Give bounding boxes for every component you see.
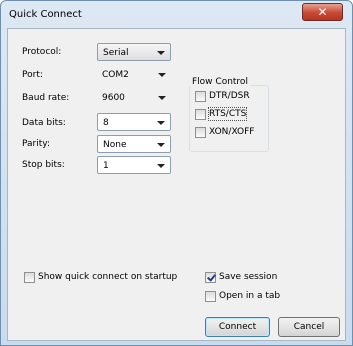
parity-value: None	[103, 140, 127, 150]
dtr-dsr-checkbox[interactable]	[195, 91, 206, 102]
data-bits-select[interactable]: 8	[97, 113, 171, 131]
xon-xoff-label: XON/XOFF	[209, 127, 255, 137]
cancel-button[interactable]: Cancel	[278, 317, 340, 337]
rts-cts-checkbox[interactable]	[195, 109, 206, 120]
chevron-down-icon	[157, 143, 165, 147]
data-bits-value: 8	[103, 118, 109, 128]
stop-bits-value: 1	[103, 161, 109, 171]
baud-rate-select[interactable]: 9600	[97, 89, 171, 107]
protocol-label: Protocol:	[22, 47, 62, 57]
show-on-startup-label: Show quick connect on startup	[38, 272, 178, 282]
save-session-checkbox[interactable]	[205, 272, 216, 283]
window-title: Quick Connect	[9, 9, 82, 20]
open-in-tab-label: Open in a tab	[219, 291, 281, 301]
protocol-value: Serial	[103, 48, 129, 58]
dialog-body: Protocol: Port: Baud rate: Data bits: Pa…	[7, 28, 346, 341]
title-bar[interactable]: Quick Connect ✕	[1, 1, 352, 28]
parity-label: Parity:	[22, 139, 50, 149]
stop-bits-select[interactable]: 1	[97, 156, 171, 174]
show-on-startup-checkbox[interactable]	[24, 272, 35, 283]
stop-bits-label: Stop bits:	[22, 160, 65, 170]
data-bits-label: Data bits:	[22, 118, 66, 128]
port-value: COM2	[102, 70, 129, 80]
flow-control-title: Flow Control	[190, 77, 250, 87]
dtr-dsr-label: DTR/DSR	[209, 91, 250, 101]
port-select[interactable]: COM2	[97, 66, 171, 84]
connect-button[interactable]: Connect	[205, 317, 270, 337]
chevron-down-icon	[158, 73, 166, 77]
chevron-down-icon	[157, 164, 165, 168]
connect-button-label: Connect	[218, 322, 257, 332]
open-in-tab-checkbox[interactable]	[205, 291, 216, 302]
close-icon: ✕	[317, 5, 328, 19]
xon-xoff-checkbox[interactable]	[195, 127, 206, 138]
close-button[interactable]: ✕	[302, 3, 343, 21]
baud-rate-value: 9600	[102, 93, 125, 103]
protocol-select[interactable]: Serial	[97, 43, 171, 61]
save-session-label: Save session	[219, 272, 278, 282]
parity-select[interactable]: None	[97, 135, 171, 153]
baud-rate-label: Baud rate:	[22, 93, 70, 103]
quick-connect-dialog: Quick Connect ✕ Protocol: Port: Baud rat…	[0, 0, 353, 346]
chevron-down-icon	[157, 121, 165, 125]
chevron-down-icon	[157, 51, 165, 55]
cancel-button-label: Cancel	[293, 322, 325, 332]
rts-cts-label: RTS/CTS	[207, 107, 248, 121]
chevron-down-icon	[158, 96, 166, 100]
port-label: Port:	[22, 70, 43, 80]
